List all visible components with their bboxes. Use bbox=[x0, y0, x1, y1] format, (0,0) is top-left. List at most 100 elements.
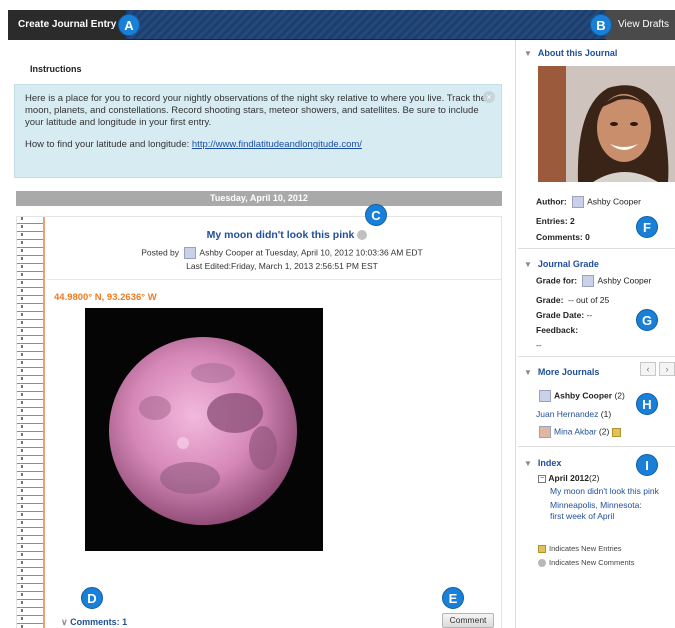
grade-date-label: Grade Date: bbox=[536, 310, 585, 320]
close-icon[interactable]: × bbox=[483, 91, 495, 103]
callout-a: A bbox=[118, 14, 140, 36]
new-comments-icon bbox=[538, 559, 546, 568]
entries-count: Entries: 2 bbox=[536, 216, 575, 226]
entry-coordinates: 44.9800° N, 93.2636° W bbox=[54, 292, 157, 303]
divider bbox=[518, 356, 675, 357]
chevron-left-icon[interactable]: ‹ bbox=[640, 362, 656, 376]
callout-d: D bbox=[81, 587, 103, 609]
instructions-title: Instructions bbox=[30, 64, 82, 74]
index-link-2[interactable]: Minneapolis, Minnesota: first week of Ap… bbox=[550, 500, 655, 522]
author-avatar-icon bbox=[572, 196, 585, 208]
feedback-label-text: Feedback: bbox=[536, 325, 579, 335]
more-journal-count: (2) bbox=[614, 390, 625, 401]
more-journal-item[interactable]: Mina Akbar (2) bbox=[536, 426, 621, 438]
legend-new-comments-text: Indicates New Comments bbox=[549, 558, 635, 567]
entry-title[interactable]: My moon didn't look this pink bbox=[137, 229, 437, 241]
grade-date-line: Grade Date: -- bbox=[536, 310, 592, 320]
collapse-triangle-icon[interactable]: ▼ bbox=[524, 260, 532, 269]
user-avatar-icon bbox=[539, 426, 551, 438]
journal-sidebar: ▼ About this Journal Author: Ashby Cooper… bbox=[518, 40, 675, 570]
instructions-box: × Here is a place for you to record your… bbox=[14, 84, 502, 178]
grade-for-line: Grade for: Ashby Cooper bbox=[536, 275, 651, 287]
journal-grade-header[interactable]: ▼ Journal Grade bbox=[524, 259, 599, 269]
posted-at: at Tuesday, April 10, 2012 10:03:36 AM E… bbox=[253, 247, 423, 258]
more-journal-name[interactable]: Mina Akbar bbox=[554, 426, 597, 436]
callout-g: G bbox=[636, 309, 658, 331]
collapse-box-icon[interactable]: − bbox=[538, 474, 546, 483]
author-avatar-icon bbox=[582, 275, 595, 287]
author-avatar-icon bbox=[539, 390, 551, 402]
callout-f: F bbox=[636, 216, 658, 238]
feedback-value: -- bbox=[536, 340, 542, 350]
comments-count[interactable]: Comments: 1 bbox=[70, 617, 127, 627]
entries-count-text: Entries: 2 bbox=[536, 216, 575, 226]
more-journal-item[interactable]: Ashby Cooper (2) bbox=[536, 390, 625, 402]
more-journal-count: (1) bbox=[600, 409, 612, 419]
moon-photo bbox=[85, 308, 323, 551]
comments-total-text: Comments: 0 bbox=[536, 232, 590, 242]
about-journal-title[interactable]: About this Journal bbox=[538, 48, 618, 58]
comments-toggle[interactable]: ∨ Comments: 1 bbox=[61, 617, 127, 628]
author-name: Ashby Cooper bbox=[587, 196, 641, 207]
instructions-how-prefix: How to find your latitude and longitude: bbox=[25, 139, 192, 150]
legend-new-entries: Indicates New Entries bbox=[538, 544, 622, 554]
feedback-label: Feedback: bbox=[536, 325, 578, 335]
instructions-how: How to find your latitude and longitude:… bbox=[25, 139, 491, 151]
index-link-1[interactable]: My moon didn't look this pink bbox=[550, 486, 675, 497]
grade-line: Grade: -- out of 25 bbox=[536, 295, 609, 305]
divider bbox=[47, 279, 502, 280]
new-entries-icon bbox=[538, 545, 546, 554]
view-drafts-button[interactable]: View Drafts bbox=[606, 10, 675, 40]
last-edited-line: Last Edited:Friday, March 1, 2013 2:56:5… bbox=[186, 261, 378, 271]
more-journal-name[interactable]: Ashby Cooper bbox=[554, 390, 612, 400]
author-photo bbox=[538, 66, 675, 182]
legend-new-entries-text: Indicates New Entries bbox=[549, 544, 622, 553]
chevron-down-icon[interactable]: ∨ bbox=[61, 617, 68, 627]
author-line: Author: Ashby Cooper bbox=[536, 196, 641, 208]
index-month-count: (2) bbox=[589, 473, 600, 483]
more-journal-count: (2) bbox=[598, 426, 610, 437]
divider bbox=[518, 446, 675, 447]
posted-author: Ashby Cooper bbox=[199, 247, 254, 258]
grade-date-value: -- bbox=[586, 310, 593, 320]
collapse-triangle-icon[interactable]: ▼ bbox=[524, 459, 532, 468]
index-month-label[interactable]: April 2012 bbox=[548, 473, 589, 483]
create-journal-entry-button[interactable]: Create Journal Entry bbox=[8, 10, 127, 40]
author-avatar-icon bbox=[184, 247, 197, 259]
more-journals-header[interactable]: ▼ More Journals bbox=[524, 367, 599, 377]
new-entries-icon bbox=[611, 427, 621, 437]
callout-e: E bbox=[442, 587, 464, 609]
top-toolbar: Create Journal Entry View Drafts bbox=[8, 10, 675, 40]
journal-pager: ‹ › bbox=[637, 362, 675, 376]
comment-button[interactable]: Comment bbox=[442, 613, 494, 628]
callout-h: H bbox=[636, 393, 658, 415]
grade-for-label: Grade for: bbox=[536, 275, 578, 286]
more-journals-title[interactable]: More Journals bbox=[538, 367, 600, 377]
more-journal-item[interactable]: Juan Hernandez (1) bbox=[536, 409, 611, 419]
posted-by-label: Posted by bbox=[141, 247, 180, 258]
grade-value: -- out of 25 bbox=[568, 295, 610, 305]
legend-new-comments: Indicates New Comments bbox=[538, 558, 635, 568]
latitude-link[interactable]: http://www.findlatitudeandlongitude.com/ bbox=[192, 139, 362, 150]
collapse-triangle-icon[interactable]: ▼ bbox=[524, 49, 532, 58]
index-title[interactable]: Index bbox=[538, 458, 562, 468]
more-journal-name[interactable]: Juan Hernandez bbox=[536, 409, 598, 419]
callout-i: I bbox=[636, 454, 658, 476]
index-header[interactable]: ▼ Index bbox=[524, 458, 561, 468]
divider bbox=[518, 248, 675, 249]
callout-b: B bbox=[590, 14, 612, 36]
chevron-right-icon[interactable]: › bbox=[659, 362, 675, 376]
grade-for-name: Ashby Cooper bbox=[597, 275, 652, 286]
callout-c: C bbox=[365, 204, 387, 226]
about-journal-header[interactable]: ▼ About this Journal bbox=[524, 48, 617, 58]
index-month[interactable]: − April 2012(2) bbox=[538, 473, 599, 483]
entry-title-text[interactable]: My moon didn't look this pink bbox=[207, 229, 355, 241]
notebook-spiral bbox=[17, 217, 45, 628]
author-label: Author: bbox=[536, 196, 567, 207]
journal-grade-title[interactable]: Journal Grade bbox=[538, 259, 599, 269]
grade-label: Grade: bbox=[536, 295, 564, 305]
instructions-body: Here is a place for you to record your n… bbox=[25, 93, 486, 128]
entry-options-icon[interactable] bbox=[357, 230, 368, 241]
collapse-triangle-icon[interactable]: ▼ bbox=[524, 368, 532, 377]
journal-main: Instructions × Here is a place for you t… bbox=[8, 40, 516, 628]
